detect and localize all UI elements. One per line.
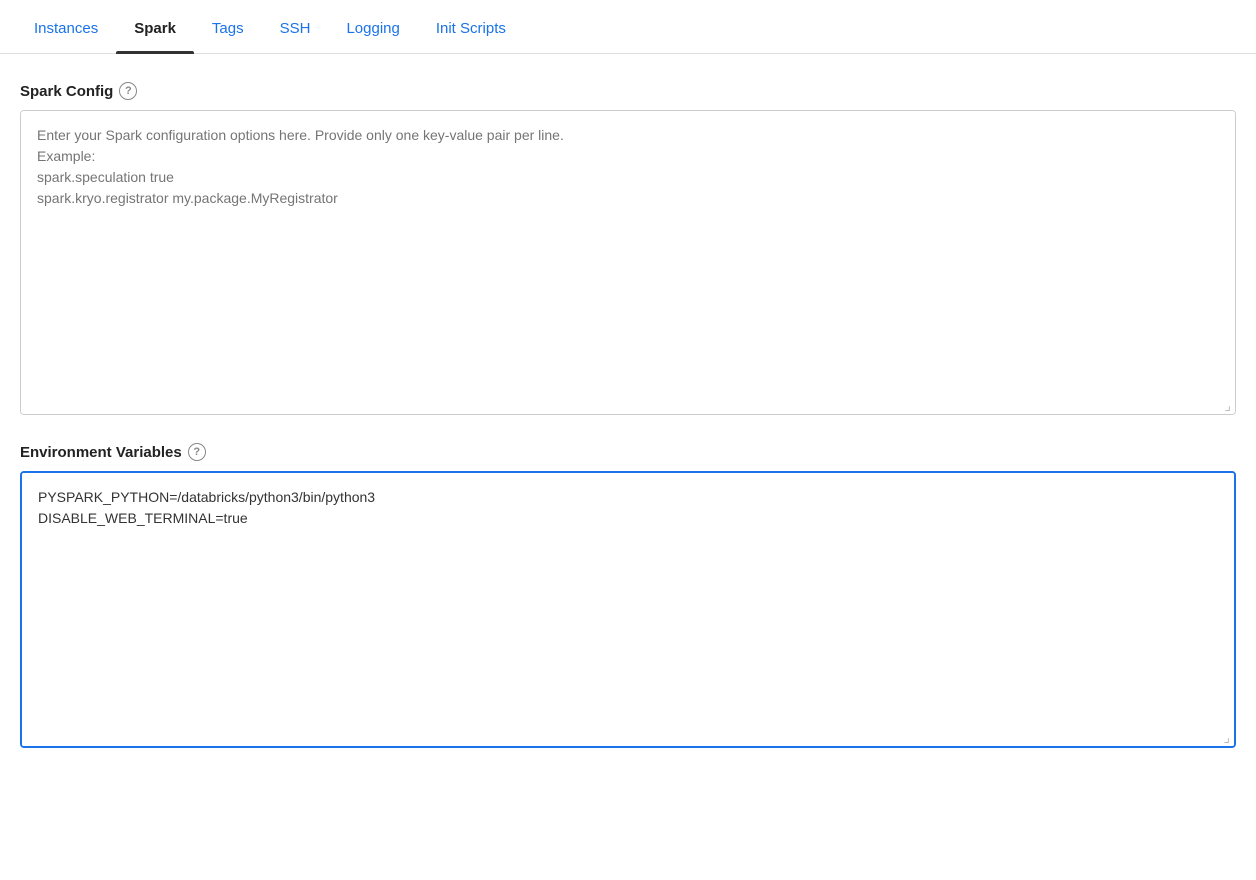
tab-bar: Instances Spark Tags SSH Logging Init Sc…	[0, 0, 1256, 54]
tab-instances[interactable]: Instances	[16, 0, 116, 53]
spark-config-textarea-wrapper: ⌟	[20, 110, 1236, 415]
tab-tags[interactable]: Tags	[194, 0, 262, 53]
content-area: Spark Config ? ⌟ Environment Variables ?…	[0, 54, 1256, 796]
spark-config-section: Spark Config ? ⌟	[20, 82, 1236, 415]
tab-logging[interactable]: Logging	[328, 0, 417, 53]
env-variables-textarea-wrapper: ⌟	[20, 471, 1236, 748]
env-variables-label: Environment Variables ?	[20, 443, 1236, 461]
resize-icon: ⌟	[1224, 398, 1231, 412]
tab-init-scripts[interactable]: Init Scripts	[418, 0, 524, 53]
env-variables-input[interactable]	[22, 473, 1234, 723]
spark-config-label: Spark Config ?	[20, 82, 1236, 100]
tab-spark[interactable]: Spark	[116, 0, 194, 53]
spark-config-resize-handle: ⌟	[21, 396, 1235, 414]
env-variables-section: Environment Variables ? ⌟	[20, 443, 1236, 748]
spark-config-input[interactable]	[21, 111, 1235, 391]
spark-config-help-icon[interactable]: ?	[119, 82, 137, 100]
env-resize-icon: ⌟	[1223, 730, 1230, 744]
tab-ssh[interactable]: SSH	[262, 0, 329, 53]
env-variables-title: Environment Variables	[20, 444, 182, 461]
env-variables-help-icon[interactable]: ?	[188, 443, 206, 461]
env-variables-resize-handle: ⌟	[22, 728, 1234, 746]
spark-config-title: Spark Config	[20, 83, 113, 100]
